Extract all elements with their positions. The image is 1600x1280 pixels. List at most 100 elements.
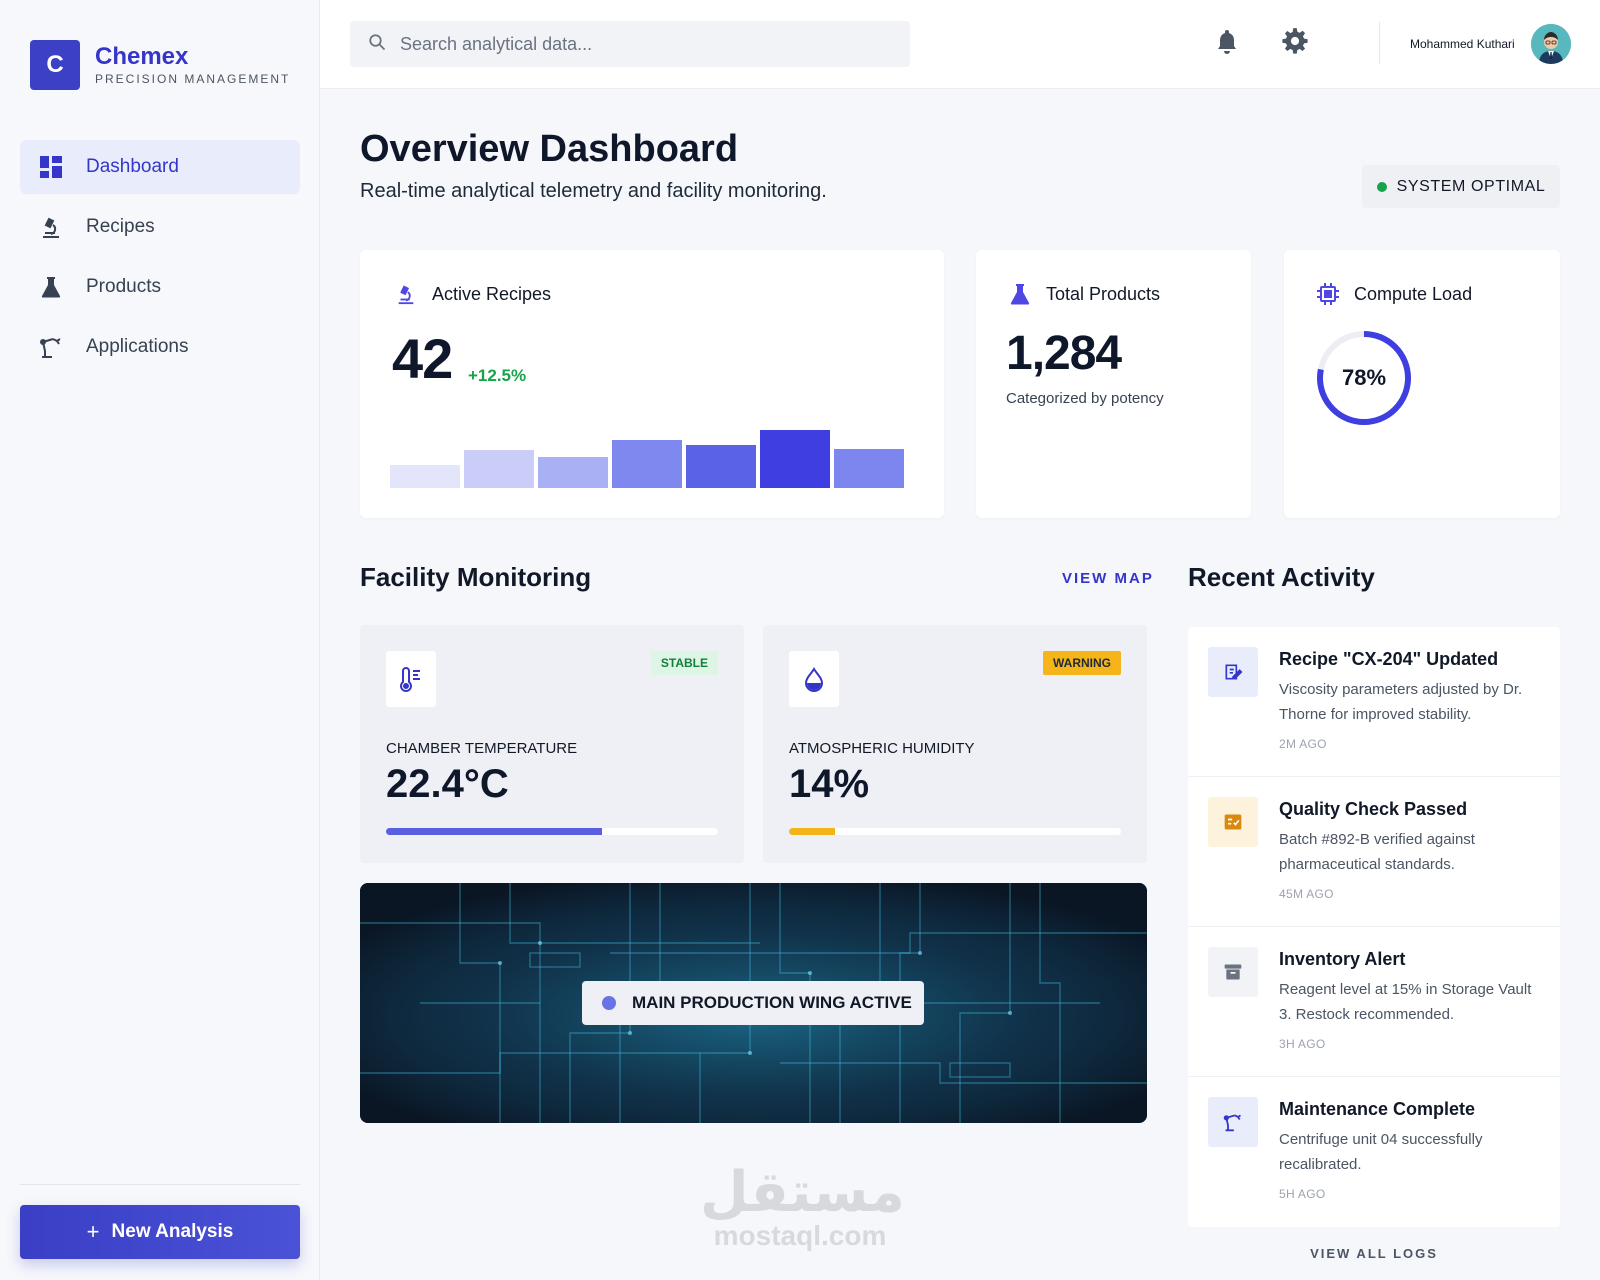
system-status-label: SYSTEM OPTIMAL bbox=[1396, 177, 1546, 195]
activity-description: Reagent level at 15% in Storage Vault 3.… bbox=[1279, 981, 1532, 1023]
page-title: Overview Dashboard bbox=[360, 128, 739, 170]
activity-description: Viscosity parameters adjusted by Dr. Tho… bbox=[1279, 681, 1523, 723]
edit-document-icon bbox=[1208, 647, 1258, 697]
system-status-badge: SYSTEM OPTIMAL bbox=[1362, 165, 1560, 208]
topbar: Mohammed Kuthari bbox=[320, 0, 1600, 89]
sidebar-divider bbox=[20, 1184, 300, 1185]
water-drop-icon bbox=[789, 651, 839, 707]
active-recipes-value: 42 bbox=[392, 327, 453, 390]
view-all-logs-link[interactable]: VIEW ALL LOGS bbox=[1188, 1246, 1560, 1261]
search-input[interactable] bbox=[400, 33, 880, 55]
new-analysis-button[interactable]: + New Analysis bbox=[20, 1205, 300, 1259]
activity-title: Quality Check Passed bbox=[1279, 799, 1468, 819]
flask-icon bbox=[38, 274, 64, 300]
active-recipes-trend: +12.5% bbox=[468, 366, 527, 385]
sidebar-item-applications[interactable]: Applications bbox=[20, 320, 300, 374]
microscope-icon bbox=[38, 214, 64, 240]
sidebar-item-dashboard[interactable]: Dashboard bbox=[20, 140, 300, 194]
activity-time: 45M AGO bbox=[1279, 887, 1334, 901]
metric-value: 22.4°C bbox=[386, 762, 509, 806]
list-item[interactable]: Inventory Alert Reagent level at 15% in … bbox=[1188, 927, 1560, 1077]
robot-arm-icon bbox=[38, 334, 64, 360]
avatar[interactable] bbox=[1531, 24, 1571, 64]
plus-icon: + bbox=[86, 1219, 100, 1244]
user-name[interactable]: Mohammed Kuthari bbox=[1410, 37, 1515, 51]
status-dot-icon bbox=[602, 996, 616, 1010]
chart-bar bbox=[390, 465, 460, 488]
cpu-chip-icon bbox=[1316, 282, 1340, 306]
activity-title: Recipe "CX-204" Updated bbox=[1279, 649, 1499, 669]
new-analysis-label: New Analysis bbox=[111, 1221, 234, 1242]
production-status-chip: MAIN PRODUCTION WING ACTIVE bbox=[582, 981, 924, 1025]
activity-list: Recipe "CX-204" Updated Viscosity parame… bbox=[1188, 627, 1560, 1227]
sidebar-item-recipes[interactable]: Recipes bbox=[20, 200, 300, 254]
list-item[interactable]: Recipe "CX-204" Updated Viscosity parame… bbox=[1188, 627, 1560, 777]
sidebar-item-label: Recipes bbox=[86, 216, 155, 237]
production-status-label: MAIN PRODUCTION WING ACTIVE bbox=[632, 993, 912, 1012]
status-badge: STABLE bbox=[650, 651, 718, 675]
topbar-divider bbox=[1379, 22, 1380, 64]
list-item[interactable]: Maintenance Complete Centrifuge unit 04 … bbox=[1188, 1077, 1560, 1227]
chamber-temperature-card[interactable]: STABLE CHAMBER TEMPERATURE 22.4°C bbox=[360, 625, 744, 863]
sidebar-item-label: Applications bbox=[86, 336, 189, 357]
compute-load-card[interactable]: Compute Load 78% bbox=[1284, 250, 1560, 518]
metric-value: 14% bbox=[789, 762, 870, 806]
chart-bar bbox=[834, 449, 904, 488]
activity-title: Inventory Alert bbox=[1279, 949, 1406, 969]
activity-description: Centrifuge unit 04 successfully recalibr… bbox=[1279, 1131, 1483, 1173]
compute-load-label: Compute Load bbox=[1354, 283, 1473, 304]
view-map-link[interactable]: VIEW MAP bbox=[1062, 570, 1154, 587]
watermark-latin: mostaql.com bbox=[713, 1220, 887, 1251]
compute-load-value: 78% bbox=[1341, 365, 1387, 390]
total-products-card[interactable]: Total Products 1,284 Categorized by pote… bbox=[976, 250, 1251, 518]
activity-title: Maintenance Complete bbox=[1279, 1099, 1476, 1119]
recent-activity-title: Recent Activity bbox=[1188, 562, 1375, 592]
search-icon bbox=[368, 33, 386, 56]
robot-arm-icon bbox=[1208, 1097, 1258, 1147]
atmospheric-humidity-card[interactable]: WARNING ATMOSPHERIC HUMIDITY 14% bbox=[763, 625, 1147, 863]
facility-monitoring-title: Facility Monitoring bbox=[360, 562, 592, 592]
flask-icon bbox=[1008, 282, 1032, 306]
activity-time: 3H AGO bbox=[1279, 1037, 1326, 1051]
progress-track bbox=[386, 828, 718, 835]
sidebar-item-label: Dashboard bbox=[86, 156, 179, 177]
brand-logo: C bbox=[30, 40, 80, 90]
checklist-icon bbox=[1208, 797, 1258, 847]
active-recipes-card[interactable]: Active Recipes 42 +12.5% bbox=[360, 250, 944, 518]
watermark-arabic: مستقل bbox=[700, 1160, 905, 1225]
brand-tagline: PRECISION MANAGEMENT bbox=[95, 72, 291, 86]
thermometer-icon bbox=[386, 651, 436, 707]
chart-bar bbox=[686, 445, 756, 488]
total-products-label: Total Products bbox=[1046, 283, 1161, 304]
sidebar: C Chemex PRECISION MANAGEMENT Dashboard … bbox=[0, 0, 320, 1280]
sidebar-nav: Dashboard Recipes Products Applications bbox=[20, 140, 300, 380]
status-badge: WARNING bbox=[1043, 651, 1121, 675]
progress-fill bbox=[386, 828, 602, 835]
chart-bar bbox=[538, 457, 608, 488]
active-recipes-label: Active Recipes bbox=[432, 283, 552, 304]
microscope-icon bbox=[394, 282, 418, 306]
progress-track bbox=[789, 828, 1121, 835]
search-box[interactable] bbox=[350, 21, 910, 67]
metric-label: ATMOSPHERIC HUMIDITY bbox=[789, 740, 975, 757]
chart-bar bbox=[464, 450, 534, 488]
activity-description: Batch #892-B verified against pharmaceut… bbox=[1279, 831, 1475, 873]
progress-fill bbox=[789, 828, 836, 835]
metric-label: CHAMBER TEMPERATURE bbox=[386, 740, 578, 757]
mostaql-watermark: مستقل mostaql.com bbox=[700, 1160, 905, 1251]
gear-icon[interactable] bbox=[1280, 26, 1310, 56]
list-item[interactable]: Quality Check Passed Batch #892-B verifi… bbox=[1188, 777, 1560, 927]
activity-time: 2M AGO bbox=[1279, 737, 1327, 751]
compute-load-gauge: 78% bbox=[1314, 328, 1414, 428]
notifications-bell-icon[interactable] bbox=[1212, 26, 1242, 56]
chart-bar bbox=[760, 430, 830, 488]
dashboard-icon bbox=[38, 154, 64, 180]
total-products-value: 1,284 bbox=[1006, 327, 1122, 380]
brand[interactable]: C Chemex PRECISION MANAGEMENT bbox=[30, 40, 290, 90]
chart-bar bbox=[612, 440, 682, 488]
page-subtitle: Real-time analytical telemetry and facil… bbox=[360, 180, 827, 202]
production-wing-banner[interactable]: MAIN PRODUCTION WING ACTIVE bbox=[360, 883, 1147, 1123]
sidebar-item-products[interactable]: Products bbox=[20, 260, 300, 314]
archive-box-icon bbox=[1208, 947, 1258, 997]
brand-name: Chemex bbox=[95, 43, 189, 70]
